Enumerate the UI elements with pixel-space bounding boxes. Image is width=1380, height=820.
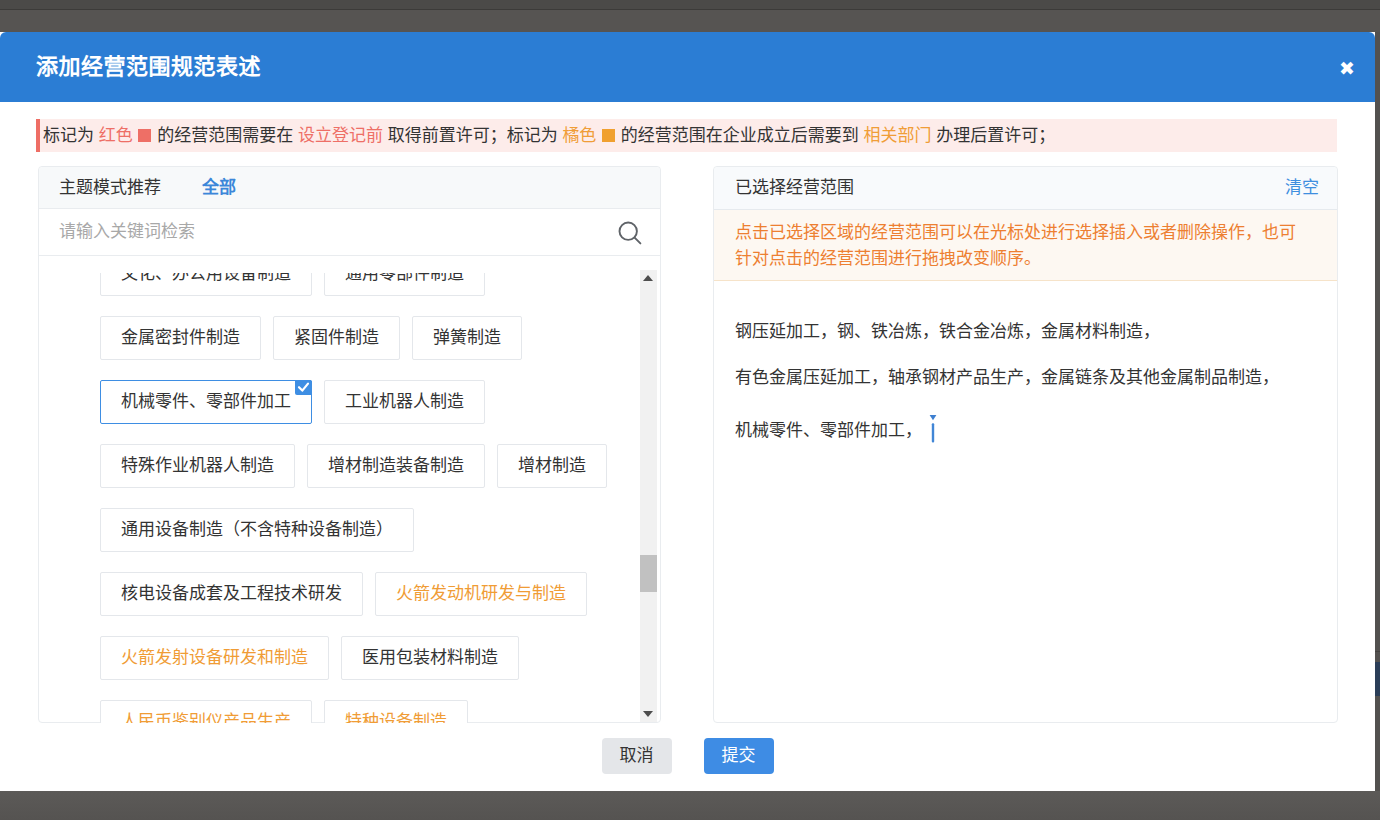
tag-button[interactable]: 文化、办公用设备制造 [100,273,312,296]
scope-catalog-panel: 主题模式推荐 全部 文化、办公用设备制造通用零部件制造金属密封件制造紧固件制造弹… [38,166,661,723]
tag-button[interactable]: 人民币鉴别仪产品生产 [100,700,312,723]
search-input[interactable] [59,209,599,255]
tag-button[interactable]: 金属密封件制造 [100,316,261,360]
drag-hint-line: 点击已选择区域的经营范围可以在光标处进行选择插入或者删除操作，也可 [735,220,1317,246]
selected-scope-line[interactable]: 机械零件、零部件加工， [735,415,1317,447]
selected-scope-text: 机械零件、零部件加工， [735,421,922,440]
alert-text-segment: 的经营范围需要在 [152,126,297,145]
tag-button[interactable]: 机械零件、零部件加工 [100,380,312,424]
scrollbar-thumb[interactable] [640,555,657,592]
alert-text-segment: 相关部门 [864,126,932,145]
selected-scope-editor[interactable]: 钢压延加工，钢、铁冶炼，铁合金冶炼，金属材料制造， 有色金属压延加工，轴承钢材产品… [714,281,1337,722]
cancel-button[interactable]: 取消 [602,738,672,774]
tag-row: 特殊作业机器人制造增材制造装备制造增材制造 [100,444,637,488]
alert-text-segment: 的经营范围在企业成立后需要到 [616,126,863,145]
tag-row: 文化、办公用设备制造通用零部件制造 [100,273,637,296]
alert-text-segment [133,126,138,145]
tag-button[interactable]: 增材制造装备制造 [307,444,485,488]
dimmed-page-right [1375,32,1380,791]
selected-scope-text: 钢压延加工，钢、铁冶炼，铁合金冶炼，金属材料制造， [735,322,1160,341]
selected-scope-line[interactable]: 钢压延加工，钢、铁冶炼，铁合金冶炼，金属材料制造， [735,323,1317,341]
drag-hint-line: 针对点击的经营范围进行拖拽改变顺序。 [735,246,1317,272]
alert-text-segment: 设立登记前 [298,126,383,145]
alert-text-segment [596,126,601,145]
alert-text-segment: 红色 [99,126,133,145]
tag-button[interactable]: 特殊作业机器人制造 [100,444,295,488]
tab-all[interactable]: 全部 [202,167,236,208]
dimmed-page-top [0,0,1380,32]
text-cursor-icon [929,415,937,447]
tag-button[interactable]: 工业机器人制造 [324,380,485,424]
tag-button[interactable]: 通用零部件制造 [324,273,485,296]
alert-text-segment: 橘色 [562,126,596,145]
tag-button[interactable]: 弹簧制造 [412,316,522,360]
dimmed-page-bottom [0,791,1380,820]
tag-button[interactable]: 特种设备制造 [324,700,468,723]
dialog-title: 添加经营范围规范表述 [36,32,261,102]
orange-square-icon [602,129,615,142]
drag-hint-notice: 点击已选择区域的经营范围可以在光标处进行选择插入或者删除操作，也可针对点击的经营… [714,210,1337,281]
license-legend-alert: 标记为 红色 的经营范围需要在 设立登记前 取得前置许可；标记为 橘色 的经营范… [36,119,1337,152]
tag-button[interactable]: 火箭发动机研发与制造 [375,572,587,616]
selected-scope-text: 有色金属压延加工，轴承钢材产品生产，金属链条及其他金属制品制造， [735,368,1279,387]
tag-button[interactable]: 医用包装材料制造 [341,636,519,680]
tag-row: 机械零件、零部件加工 工业机器人制造 [100,380,637,424]
selected-check-icon [295,380,312,395]
selected-scope-header: 已选择经营范围 清空 [714,167,1337,210]
tag-row: 核电设备成套及工程技术研发火箭发动机研发与制造 [100,572,637,616]
tag-button[interactable]: 核电设备成套及工程技术研发 [100,572,363,616]
tag-button[interactable]: 通用设备制造（不含特种设备制造） [100,508,414,552]
alert-text-segment: 标记为 [43,126,99,145]
search-icon[interactable] [618,221,642,245]
dialog-header: 添加经营范围规范表述 ✖ [0,32,1375,102]
alert-text-segment: 办理后置许可； [932,126,1056,145]
tab-theme-recommend[interactable]: 主题模式推荐 [59,167,161,208]
dimmed-page-top-band [0,0,1380,9]
keyword-search-bar [39,209,660,256]
tag-list-scrollbar[interactable] [640,270,657,722]
tag-button[interactable]: 火箭发射设备研发和制造 [100,636,329,680]
clear-all-link[interactable]: 清空 [1285,167,1319,209]
page: 添加经营范围规范表述 ✖ 标记为 红色 的经营范围需要在 设立登记前 取得前置许… [0,0,1380,820]
dimmed-page-right-button-fragment [1375,662,1380,696]
tag-button[interactable]: 增材制造 [497,444,607,488]
close-icon[interactable]: ✖ [1339,34,1355,104]
add-business-scope-dialog: 添加经营范围规范表述 ✖ 标记为 红色 的经营范围需要在 设立登记前 取得前置许… [0,32,1375,791]
scroll-down-icon[interactable] [640,705,657,722]
selected-scope-line[interactable]: 有色金属压延加工，轴承钢材产品生产，金属链条及其他金属制品制造， [735,369,1317,387]
alert-text-segment: 取得前置许可；标记为 [383,126,562,145]
red-square-icon [138,129,151,142]
tag-row: 通用设备制造（不含特种设备制造） [100,508,637,552]
scroll-up-icon[interactable] [640,270,657,287]
tag-list: 文化、办公用设备制造通用零部件制造金属密封件制造紧固件制造弹簧制造机械零件、零部… [100,273,637,723]
catalog-tabs: 主题模式推荐 全部 [39,167,660,209]
tag-row: 金属密封件制造紧固件制造弹簧制造 [100,316,637,360]
tag-row: 人民币鉴别仪产品生产特种设备制造 [100,700,637,723]
tag-row: 火箭发射设备研发和制造医用包装材料制造 [100,636,637,680]
submit-button[interactable]: 提交 [704,738,774,774]
selected-scope-panel: 已选择经营范围 清空 点击已选择区域的经营范围可以在光标处进行选择插入或者删除操… [713,166,1338,723]
dialog-footer: 取消 提交 [0,738,1375,774]
dimmed-page-right-divider [1375,651,1380,652]
tag-list-viewport: 文化、办公用设备制造通用零部件制造金属密封件制造紧固件制造弹簧制造机械零件、零部… [39,273,637,723]
dimmed-page-top-divider [0,9,1380,10]
selected-scope-title: 已选择经营范围 [735,167,854,209]
tag-button[interactable]: 紧固件制造 [273,316,400,360]
